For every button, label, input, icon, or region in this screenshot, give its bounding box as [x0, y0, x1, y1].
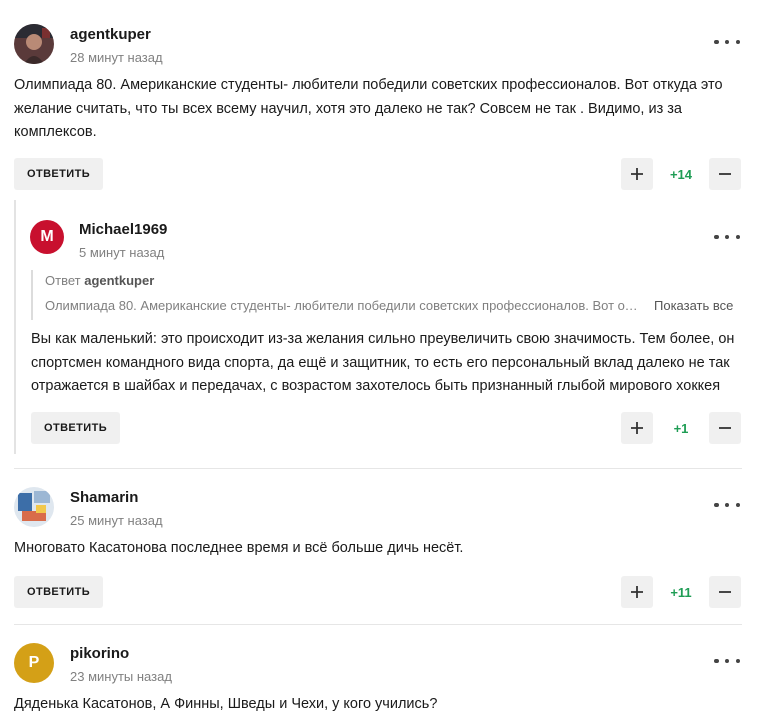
- more-dots-icon[interactable]: [714, 35, 740, 49]
- comment-text-line: Олимпиада 80. Американские студенты- люб…: [14, 77, 723, 93]
- user-photo-icon: [14, 24, 54, 64]
- comment-text: Многовато Касатонова последнее время и в…: [14, 537, 749, 561]
- avatar[interactable]: [14, 24, 54, 64]
- comment-text-line: желание считать, что ты всех всему научи…: [14, 100, 682, 117]
- vote-count: +1: [673, 420, 689, 436]
- vote-count: +11: [670, 584, 692, 600]
- more-dots-icon[interactable]: [714, 654, 740, 668]
- comment-text-line: Вы как маленький: это происходит из-за ж…: [31, 331, 735, 347]
- reply-button[interactable]: ОТВЕТИТЬ: [31, 412, 121, 444]
- comment-time: 5 минут назад: [79, 245, 165, 260]
- comment-text-line: комплексов.: [14, 124, 97, 140]
- comment-author[interactable]: Shamarin: [70, 489, 138, 506]
- avatar-letter: M: [40, 228, 54, 245]
- avatar[interactable]: P: [14, 643, 54, 683]
- comment-text: Вы как маленький: это происходит из-за ж…: [31, 328, 749, 399]
- comment-author[interactable]: agentkuper: [70, 26, 151, 43]
- downvote-button[interactable]: [709, 158, 741, 190]
- comment-text-line: Дяденька Касатонов, А Финны, Шведы и Чех…: [14, 696, 438, 712]
- downvote-button[interactable]: [709, 412, 741, 444]
- vote-count: +14: [669, 166, 693, 182]
- plus-icon: [631, 168, 643, 180]
- avatar[interactable]: M: [30, 220, 64, 254]
- plus-icon: [631, 586, 643, 598]
- reply-button[interactable]: ОТВЕТИТЬ: [14, 158, 104, 190]
- avatar[interactable]: [14, 487, 54, 527]
- comment-text-line: Многовато Касатонова последнее время и в…: [14, 540, 464, 556]
- minus-icon: [719, 427, 731, 429]
- quote-header: Ответ agentkuper: [45, 273, 154, 288]
- quote-author[interactable]: agentkuper: [84, 273, 154, 288]
- more-dots-icon[interactable]: [714, 230, 740, 244]
- quote-text: Олимпиада 80. Американские студенты- люб…: [45, 298, 638, 313]
- comment-time: 23 минуты назад: [70, 669, 172, 684]
- minus-icon: [719, 173, 731, 175]
- comment-author[interactable]: Michael1969: [79, 221, 167, 238]
- plus-icon: [631, 422, 643, 434]
- comment-time: 28 минут назад: [70, 50, 163, 65]
- upvote-button[interactable]: [621, 412, 653, 444]
- divider: [14, 468, 742, 469]
- divider: [14, 624, 742, 625]
- upvote-button[interactable]: [621, 576, 653, 608]
- minus-icon: [719, 591, 731, 593]
- quote-prefix: Ответ: [45, 273, 81, 288]
- comment-text: Олимпиада 80. Американские студенты- люб…: [14, 74, 749, 145]
- avatar-letter: P: [28, 654, 40, 671]
- show-all-link[interactable]: Показать все: [654, 298, 733, 313]
- more-dots-icon[interactable]: [714, 498, 740, 512]
- downvote-button[interactable]: [709, 576, 741, 608]
- quote-bar: [31, 270, 33, 320]
- reply-button[interactable]: ОТВЕТИТЬ: [14, 576, 104, 608]
- thread-line: [14, 200, 16, 454]
- comment-author[interactable]: pikorino: [70, 645, 129, 662]
- comment-time: 25 минут назад: [70, 513, 163, 528]
- upvote-button[interactable]: [621, 158, 653, 190]
- comment-text-line: отражается в шайбах и передачах, с возра…: [31, 378, 721, 394]
- comment-text-line: спортсмен командного вида спорта, да ещё…: [31, 354, 730, 371]
- comment-text: Дяденька Касатонов, А Финны, Шведы и Чех…: [14, 693, 749, 717]
- user-photo-icon: [14, 487, 54, 527]
